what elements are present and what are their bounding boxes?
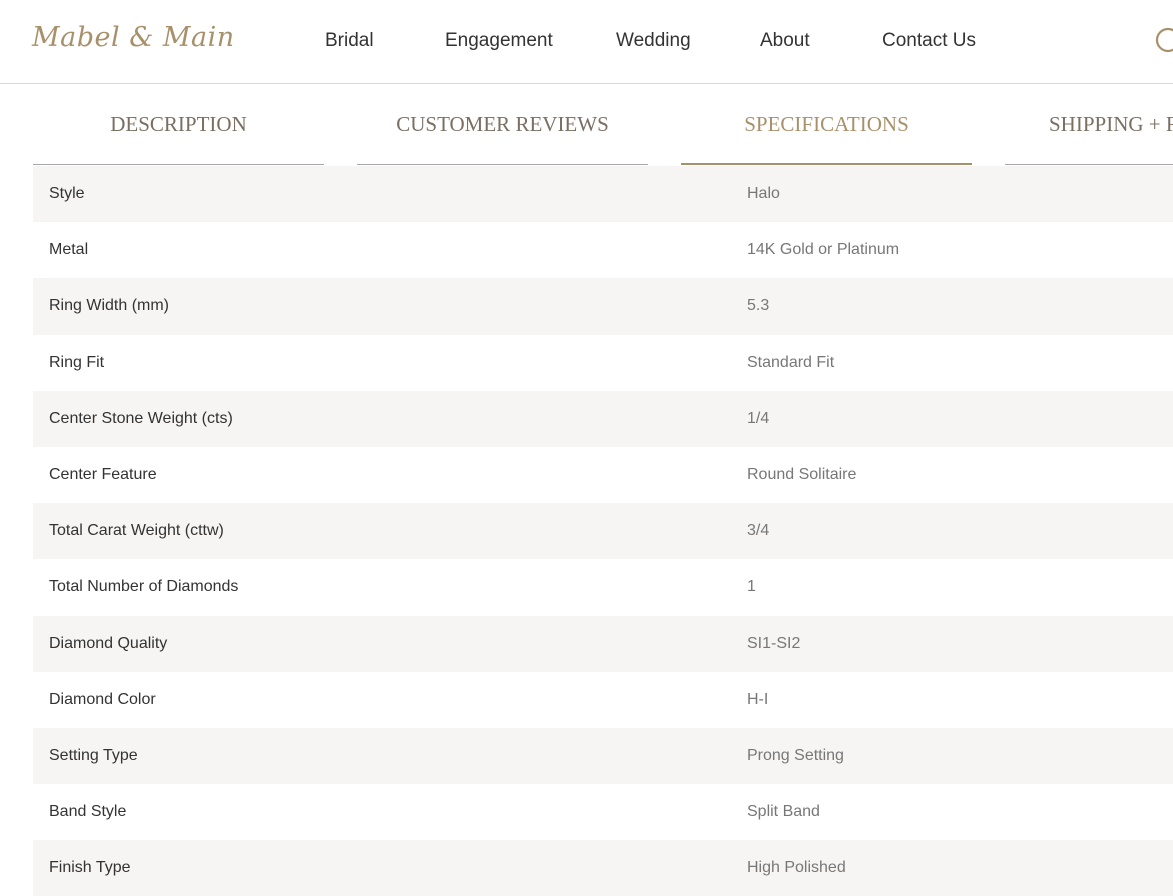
spec-value: 5.3 <box>747 297 770 315</box>
spec-label: Total Carat Weight (cttw) <box>49 522 224 540</box>
spec-label: Total Number of Diamonds <box>49 578 239 596</box>
nav-bridal[interactable]: Bridal <box>325 30 374 52</box>
brand-logo[interactable]: Mabel & Main <box>32 22 235 53</box>
product-tabs: DESCRIPTION CUSTOMER REVIEWS SPECIFICATI… <box>0 84 1173 165</box>
table-row: Style Halo <box>33 166 1173 223</box>
tab-specifications[interactable]: SPECIFICATIONS <box>681 84 972 165</box>
spec-value: 14K Gold or Platinum <box>747 241 900 259</box>
tab-description[interactable]: DESCRIPTION <box>33 84 324 165</box>
spec-label: Center Feature <box>49 465 157 483</box>
spec-value: Split Band <box>747 803 820 821</box>
table-row: Diamond Quality SI1-SI2 <box>33 615 1173 672</box>
spec-value: SI1-SI2 <box>747 634 801 652</box>
spec-value: Standard Fit <box>747 353 835 371</box>
table-row: Total Number of Diamonds 1 <box>33 559 1173 615</box>
site-header: Mabel & Main Bridal Engagement Wedding A… <box>0 0 1173 84</box>
table-row: Ring Fit Standard Fit <box>33 335 1173 391</box>
table-row: Finish Type High Polished <box>33 840 1173 896</box>
spec-label: Style <box>49 185 85 202</box>
spec-label: Band Style <box>49 803 127 821</box>
spec-label: Metal <box>49 241 89 259</box>
spec-label: Ring Fit <box>49 353 105 371</box>
table-row: Metal 14K Gold or Platinum <box>33 222 1173 278</box>
table-row: Setting Type Prong Setting <box>33 727 1173 785</box>
spec-value: 1 <box>747 578 756 596</box>
nav-about[interactable]: About <box>760 30 810 52</box>
table-row: Ring Width (mm) 5.3 <box>33 278 1173 335</box>
nav-engagement[interactable]: Engagement <box>445 30 553 52</box>
table-row: Band Style Split Band <box>33 784 1173 840</box>
nav-wedding[interactable]: Wedding <box>616 30 691 52</box>
spec-label: Ring Width (mm) <box>49 297 170 315</box>
specifications-table: Style Halo Metal 14K Gold or Platinum Ring… <box>33 166 1173 896</box>
tab-customer-reviews[interactable]: CUSTOMER REVIEWS <box>357 84 648 165</box>
spec-label: Center Stone Weight (cts) <box>49 409 233 427</box>
table-row: Center Feature Round Solitaire <box>33 447 1173 503</box>
spec-value: Prong Setting <box>747 746 844 764</box>
spec-label: Setting Type <box>49 746 138 764</box>
table-row: Total Carat Weight (cttw) 3/4 <box>33 503 1173 560</box>
spec-value: 3/4 <box>747 522 770 540</box>
tab-shipping[interactable]: SHIPPING + R <box>1005 84 1173 165</box>
spec-value: H-I <box>747 690 769 708</box>
table-row: Center Stone Weight (cts) 1/4 <box>33 390 1173 447</box>
spec-value: Round Solitaire <box>747 465 857 483</box>
spec-label: Diamond Color <box>49 690 156 708</box>
spec-value: Halo <box>747 185 780 202</box>
spec-value: 1/4 <box>747 409 770 427</box>
table-row: Diamond Color H-I <box>33 672 1173 728</box>
spec-label: Diamond Quality <box>49 634 168 652</box>
nav-contact-us[interactable]: Contact Us <box>882 30 976 52</box>
search-icon[interactable] <box>1154 26 1173 56</box>
